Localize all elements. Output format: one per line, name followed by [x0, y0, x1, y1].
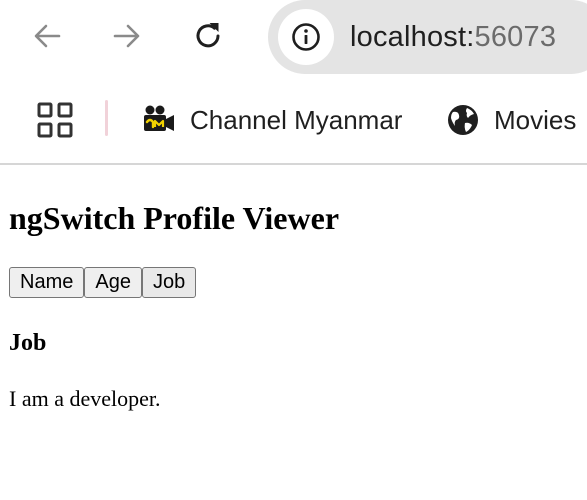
globe-icon [446, 103, 480, 137]
bookmark-label: Movies [494, 104, 577, 135]
name-button[interactable]: Name [9, 267, 85, 298]
bookmarks-separator [105, 100, 108, 136]
bookmarks-bar: Channel Myanmar Movies [0, 92, 587, 148]
arrow-right-icon [113, 24, 140, 48]
reload-button[interactable] [184, 12, 232, 60]
clapperboard-icon [142, 103, 176, 137]
site-info-button[interactable] [278, 9, 334, 65]
reload-icon [196, 23, 220, 48]
info-icon [292, 23, 320, 51]
url-text[interactable]: localhost:56073 [350, 21, 556, 54]
apps-grid-icon [37, 102, 73, 138]
age-button[interactable]: Age [84, 267, 142, 298]
job-button[interactable]: Job [141, 267, 197, 298]
forward-button[interactable] [103, 12, 151, 60]
bookmark-label: Channel Myanmar [190, 104, 403, 135]
section-heading: Job [9, 330, 47, 356]
url-port: 56073 [474, 20, 557, 53]
url-host: localhost: [350, 20, 475, 53]
apps-button[interactable] [36, 101, 74, 139]
profile-switch-buttons: Name Age Job [9, 267, 578, 299]
back-button[interactable] [23, 12, 71, 60]
section-text: I am a developer. [9, 386, 161, 411]
page-content: ngSwitch Profile Viewer Name Age Job Job… [0, 165, 587, 413]
page-title: ngSwitch Profile Viewer [9, 200, 340, 236]
bookmark-movies[interactable]: Movies [446, 92, 576, 148]
arrow-left-icon [34, 24, 61, 48]
browser-chrome: localhost:56073 Channel Myanmar Movies [0, 0, 587, 165]
bookmark-channel-myanmar[interactable]: Channel Myanmar [142, 92, 402, 148]
address-bar[interactable]: localhost:56073 [268, 0, 587, 74]
